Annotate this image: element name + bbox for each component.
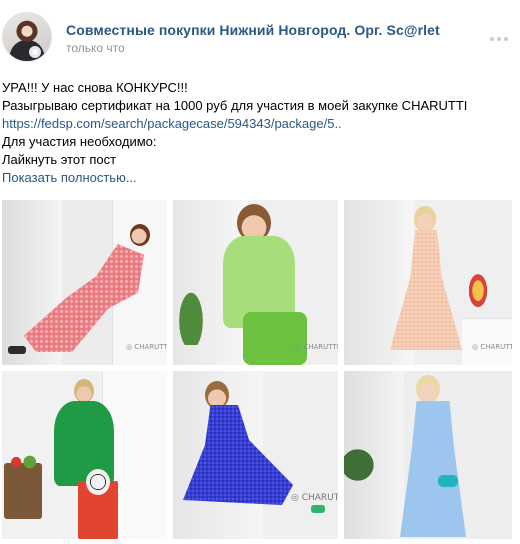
show-more-link[interactable]: Показать полностью... xyxy=(2,169,514,187)
post-link[interactable]: https://fedsp.com/search/packagecase/594… xyxy=(2,115,514,133)
photo-blue-lace-dress[interactable]: ◎ CHARUTTI xyxy=(173,371,338,539)
charutti-logo: ◎ CHARUTTI xyxy=(291,493,338,503)
post-text: УРА!!! У нас снова КОНКУРС!!! Разыгрываю… xyxy=(2,79,514,187)
dress-figure xyxy=(400,401,466,537)
post-text-line: Лайкнуть этот пост xyxy=(2,152,117,167)
post-text-line: Разыгрываю сертификат на 1000 руб для уч… xyxy=(2,98,468,113)
post-time[interactable]: только что xyxy=(66,41,125,55)
photo-green-dress[interactable] xyxy=(2,371,167,539)
photo-light-blue-dress[interactable] xyxy=(344,371,512,539)
photo-green-blouse-outfit[interactable]: ◎ CHARUTTI xyxy=(173,200,338,365)
charutti-logo: ◎ CHARUTTI xyxy=(126,343,167,351)
photo-peach-lace-dress[interactable]: ◎ CHARUTTI xyxy=(344,200,512,365)
post-author-link[interactable]: Совместные покупки Нижний Новгород. Орг.… xyxy=(66,22,440,38)
photo-red-polka-dot-dress[interactable]: ◎ CHARUTTI xyxy=(2,200,167,365)
charutti-logo: ◎ CHARUTTI xyxy=(295,343,338,351)
flower-icon xyxy=(29,46,41,58)
post-text-line: Для участия необходимо: xyxy=(2,134,157,149)
post-text-line: УРА!!! У нас снова КОНКУРС!!! xyxy=(2,80,188,95)
post-card: Совместные покупки Нижний Новгород. Орг.… xyxy=(0,0,520,544)
more-options-icon[interactable] xyxy=(490,35,512,43)
charutti-logo: ◎ CHARUTTI xyxy=(472,343,512,351)
author-avatar[interactable] xyxy=(2,12,52,62)
